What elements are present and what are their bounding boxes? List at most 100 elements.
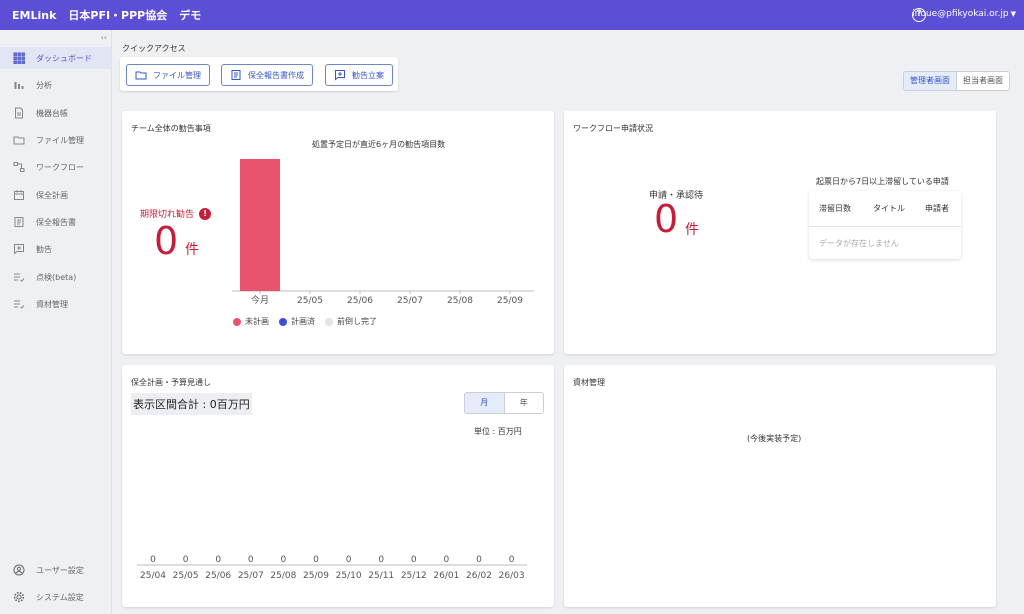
brand-logo[interactable]: EMLink bbox=[12, 9, 56, 22]
document-icon bbox=[12, 106, 26, 120]
folder-icon bbox=[12, 133, 26, 147]
legend-label-completed-early: 前倒し完了 bbox=[337, 317, 377, 326]
budget-x-tick-label-2: 25/06 bbox=[205, 571, 231, 581]
sidebar-bottom-item-0[interactable]: ユーザー設定 bbox=[0, 559, 111, 581]
quick-create-report-button[interactable]: 保全報告書作成 bbox=[221, 64, 313, 86]
workflow-card: ワークフロー申請状況 申請・承認待 0 件 起票日から7日以上滞留している申請 … bbox=[564, 111, 996, 354]
x-tick-label-5: 25/09 bbox=[497, 296, 523, 306]
bar-0-0[interactable] bbox=[240, 159, 280, 291]
sidebar-bottom-label: ユーザー設定 bbox=[36, 565, 84, 575]
report-icon bbox=[12, 215, 26, 229]
caret-down-icon: ▼ bbox=[1010, 10, 1016, 18]
sidebar-item-label: 保全計画 bbox=[36, 190, 68, 200]
pending-unit: 件 bbox=[685, 222, 699, 238]
budget-data-label-3: 0 bbox=[248, 555, 254, 565]
sidebar-bottom-item-1[interactable]: システム設定 bbox=[0, 586, 111, 608]
quick-file-management-label: ファイル管理 bbox=[153, 70, 201, 80]
column-header-days[interactable]: 滞留日数 bbox=[819, 203, 851, 214]
budget-x-tick-label-7: 25/11 bbox=[368, 571, 394, 581]
sidebar-item-7[interactable]: 勧告 bbox=[0, 238, 111, 260]
budget-data-label-4: 0 bbox=[281, 555, 287, 565]
legend-label-planned: 計画済 bbox=[291, 317, 315, 326]
sidebar-item-2[interactable]: 機器台帳 bbox=[0, 102, 111, 124]
env-label: デモ bbox=[179, 9, 202, 22]
period-month-button[interactable]: 月 bbox=[465, 393, 505, 413]
budget-data-label-6: 0 bbox=[346, 555, 352, 565]
sidebar-item-6[interactable]: 保全報告書 bbox=[0, 211, 111, 233]
sidebar-bottom-label: システム設定 bbox=[36, 592, 84, 602]
sidebar-item-0[interactable]: ダッシュボード bbox=[0, 47, 111, 69]
budget-x-tick-label-9: 26/01 bbox=[433, 571, 459, 581]
recommendations-chart: 今月 25/05 25/06 25/07 25/08 25/09 bbox=[232, 159, 534, 306]
legend-entry-planned: 計画済 bbox=[279, 316, 315, 327]
sidebar-item-label: ワークフロー bbox=[36, 162, 84, 172]
user-icon bbox=[12, 563, 26, 577]
quick-draft-recommendation-label: 勧告立案 bbox=[352, 70, 384, 80]
sidebar-item-label: 分析 bbox=[36, 80, 52, 90]
alert-icon: ! bbox=[199, 207, 212, 220]
budget-data-label-5: 0 bbox=[313, 555, 319, 565]
budget-x-tick-label-1: 25/05 bbox=[173, 571, 199, 581]
grid-icon bbox=[12, 51, 26, 65]
budget-data-label-0: 0 bbox=[150, 555, 156, 565]
quick-file-management-button[interactable]: ファイル管理 bbox=[126, 64, 210, 86]
budget-x-tick-label-0: 25/04 bbox=[140, 571, 166, 581]
collapse-sidebar-icon[interactable]: ‹‹ bbox=[101, 33, 107, 42]
org-name: 日本PFI・PPP協会 bbox=[68, 9, 168, 22]
sidebar-item-label: ファイル管理 bbox=[36, 135, 84, 145]
sidebar-item-3[interactable]: ファイル管理 bbox=[0, 129, 111, 151]
sidebar-item-1[interactable]: 分析 bbox=[0, 74, 111, 96]
materials-placeholder: (今後実装予定) bbox=[747, 434, 802, 443]
bar-chart-icon bbox=[12, 78, 26, 92]
budget-card: 保全計画・予算見通し 表示区間合計 : 0百万円 月 年 単位 : 百万円 0 2… bbox=[122, 365, 554, 607]
sidebar-item-5[interactable]: 保全計画 bbox=[0, 184, 111, 206]
report-icon bbox=[230, 69, 242, 81]
calendar-icon bbox=[12, 188, 26, 202]
budget-card-title: 保全計画・予算見通し bbox=[131, 378, 211, 387]
recommendations-card: チーム全体の勧告事項 処置予定日が直近6ヶ月の勧告項目数 期限切れ勧告 ! 0 … bbox=[122, 111, 554, 354]
legend-entry-completed-early: 前倒し完了 bbox=[325, 316, 377, 327]
sidebar-item-9[interactable]: 資材管理 bbox=[0, 293, 111, 315]
legend-swatch-unplanned bbox=[233, 317, 241, 326]
period-toggle: 月 年 bbox=[464, 392, 544, 414]
column-header-applicant[interactable]: 申請者 bbox=[925, 203, 949, 214]
staff-view-button[interactable]: 担当者画面 bbox=[957, 72, 1009, 90]
top-bar: EMLink 日本PFI・PPP協会 デモ ? inoue@pfikyokai.… bbox=[0, 0, 1024, 30]
stale-requests-title: 起票日から7日以上滞留している申請 bbox=[816, 177, 949, 186]
materials-card: 資材管理 (今後実装予定) bbox=[564, 365, 996, 607]
sidebar-item-label: 資材管理 bbox=[36, 299, 68, 309]
overdue-unit: 件 bbox=[185, 242, 199, 258]
sidebar-item-label: 保全報告書 bbox=[36, 217, 76, 227]
sidebar-item-label: 機器台帳 bbox=[36, 108, 68, 118]
x-tick-label-2: 25/06 bbox=[347, 296, 373, 306]
legend-swatch-planned bbox=[279, 317, 287, 326]
quick-draft-recommendation-button[interactable]: 勧告立案 bbox=[325, 64, 393, 86]
budget-x-tick-label-8: 25/12 bbox=[401, 571, 427, 581]
budget-data-label-11: 0 bbox=[509, 555, 515, 565]
column-header-title[interactable]: タイトル bbox=[873, 203, 905, 214]
user-email: inoue@pfikyokai.or.jp bbox=[912, 9, 1009, 19]
quick-create-report-label: 保全報告書作成 bbox=[248, 70, 304, 80]
user-menu[interactable]: inoue@pfikyokai.or.jp ▼ bbox=[912, 9, 1016, 19]
overdue-count: 0 bbox=[154, 219, 179, 263]
sidebar-item-8[interactable]: 点検(beta) bbox=[0, 266, 111, 288]
period-year-button[interactable]: 年 bbox=[505, 393, 544, 413]
folder-icon bbox=[135, 69, 147, 81]
budget-chart: 0 25/04 0 25/05 0 25/06 0 25/07 0 25/08 0 25/09 0 25/… bbox=[137, 555, 527, 581]
stale-requests-table: 滞留日数 タイトル 申請者 データが存在しません bbox=[809, 191, 961, 259]
sidebar-item-label: 点検(beta) bbox=[36, 272, 77, 282]
add-comment-icon bbox=[334, 69, 346, 81]
budget-data-label-7: 0 bbox=[378, 555, 384, 565]
checklist-icon bbox=[12, 297, 26, 311]
x-tick-label-4: 25/08 bbox=[447, 296, 473, 306]
sidebar-item-4[interactable]: ワークフロー bbox=[0, 156, 111, 178]
legend-label-unplanned: 未計画 bbox=[245, 317, 269, 326]
admin-view-button[interactable]: 管理者画面 bbox=[904, 72, 957, 90]
materials-card-title: 資材管理 bbox=[573, 378, 605, 387]
view-toggle: 管理者画面 担当者画面 bbox=[903, 71, 1010, 91]
add-comment-icon bbox=[12, 242, 26, 256]
pending-count: 0 bbox=[654, 197, 679, 241]
checklist-icon bbox=[12, 270, 26, 284]
budget-data-label-8: 0 bbox=[411, 555, 417, 565]
gear-icon bbox=[12, 590, 26, 604]
